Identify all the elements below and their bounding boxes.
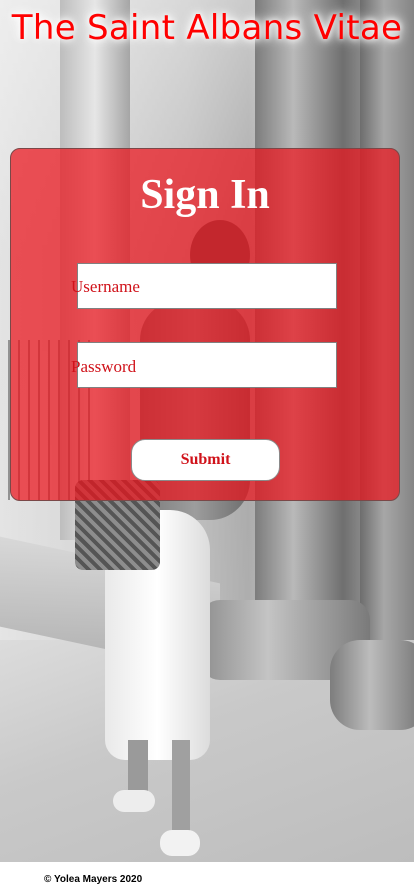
woman-figure-shoe [160, 830, 200, 856]
woman-figure-shoe [113, 790, 155, 812]
footer: © Yolea Mayers 2020 [0, 862, 414, 896]
site-title: The Saint Albans Vitae [11, 8, 403, 48]
copyright-text: © Yolea Mayers 2020 [44, 874, 143, 885]
username-label: Username [71, 277, 140, 296]
password-label: Password [71, 357, 137, 376]
woman-figure-leg [172, 740, 190, 840]
submit-button[interactable]: Submit [131, 439, 280, 481]
signin-heading: Sign In [140, 172, 270, 218]
column-base [330, 640, 414, 730]
signin-form: Sign In Username Password Submit [10, 148, 400, 501]
